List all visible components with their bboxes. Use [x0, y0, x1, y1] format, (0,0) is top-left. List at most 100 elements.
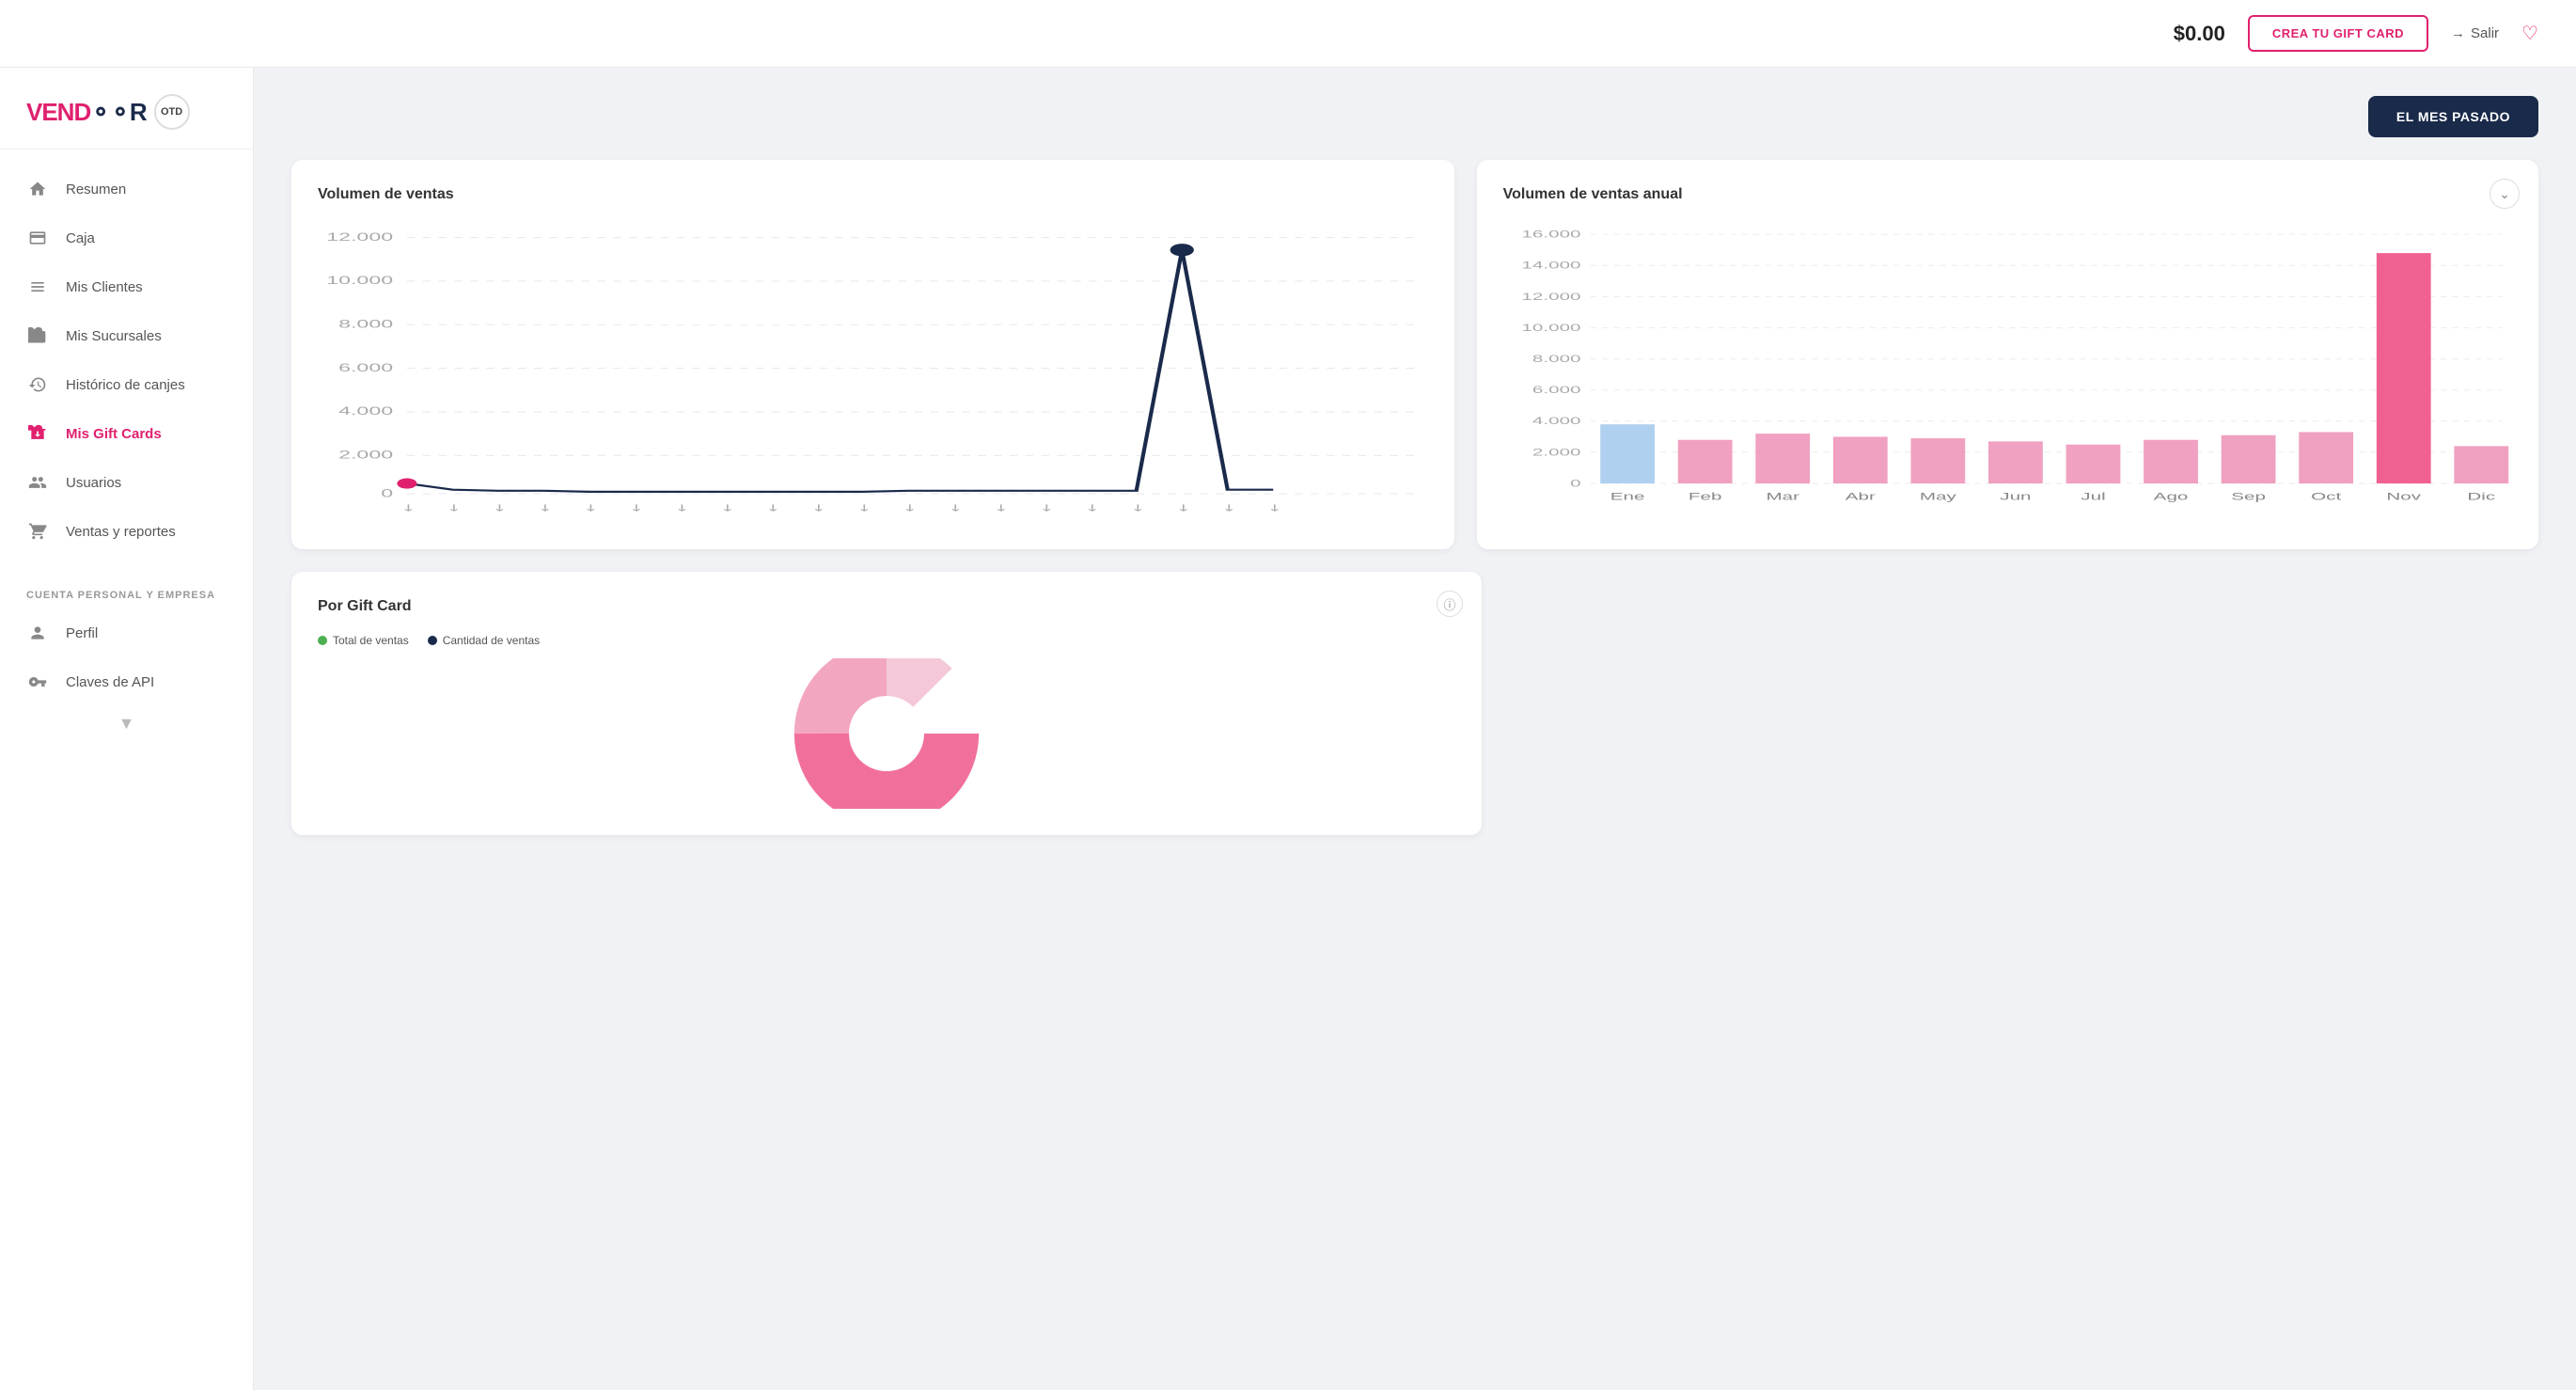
line-chart: .grid-line{stroke:#e8eaf0;stroke-width:1… [318, 222, 1428, 523]
svg-text:Mar: Mar [1766, 491, 1799, 503]
sidebar-item-mis-gift-cards[interactable]: Mis Gift Cards [0, 409, 253, 458]
sidebar: VEND⚬ ⚬R OTD Resumen Caja [0, 68, 254, 1390]
volumen-anual-title: Volumen de ventas anual [1503, 186, 2512, 203]
svg-text:↙: ↙ [487, 501, 511, 514]
svg-text:↙: ↙ [578, 501, 603, 514]
sidebar-item-perfil[interactable]: Perfil [0, 608, 253, 657]
sidebar-item-ventas-reportes-label: Ventas y reportes [66, 524, 176, 540]
salir-button[interactable]: → Salir [2451, 25, 2499, 41]
sidebar-item-mis-clientes[interactable]: Mis Clientes [0, 262, 253, 311]
app-body: VEND⚬ ⚬R OTD Resumen Caja [0, 68, 2576, 1390]
svg-text:10.000: 10.000 [1521, 322, 1580, 334]
svg-text:Jul: Jul [2081, 491, 2105, 503]
svg-text:10.000: 10.000 [326, 274, 393, 287]
sidebar-item-usuarios-label: Usuarios [66, 475, 121, 491]
svg-text:↙: ↙ [715, 501, 740, 514]
sidebar-section-label: CUENTA PERSONAL Y EMPRESA [0, 571, 253, 608]
sidebar-item-mis-sucursales[interactable]: Mis Sucursales [0, 311, 253, 360]
svg-text:↙: ↙ [989, 501, 1013, 514]
legend-cantidad-label: Cantidad de ventas [443, 634, 540, 647]
sidebar-item-usuarios[interactable]: Usuarios [0, 458, 253, 507]
svg-text:0: 0 [1570, 477, 1580, 489]
svg-text:16.000: 16.000 [1521, 229, 1580, 241]
svg-text:Nov: Nov [2386, 491, 2422, 503]
svg-text:6.000: 6.000 [1532, 384, 1581, 396]
sidebar-logo: VEND⚬ ⚬R OTD [0, 68, 253, 150]
svg-text:Dic: Dic [2467, 491, 2495, 503]
svg-text:↙: ↙ [669, 501, 694, 514]
balance-display: $0.00 [2174, 22, 2225, 46]
svg-text:6.000: 6.000 [338, 361, 393, 374]
volumen-ventas-title: Volumen de ventas [318, 186, 1428, 203]
notification-bell-icon[interactable]: ♡ [2521, 22, 2538, 45]
svg-text:↙: ↙ [1125, 501, 1150, 514]
svg-text:Sep: Sep [2231, 491, 2266, 503]
sidebar-item-mis-sucursales-label: Mis Sucursales [66, 328, 162, 344]
sidebar-item-claves-api-label: Claves de API [66, 674, 154, 690]
svg-text:↙: ↙ [852, 501, 876, 514]
bar-chart: 16.000 14.000 12.000 10.000 8.000 6.000 … [1503, 222, 2512, 523]
history-icon [26, 373, 49, 396]
sidebar-nav: Resumen Caja Mis Clientes [0, 150, 253, 571]
sidebar-item-resumen-label: Resumen [66, 182, 126, 197]
svg-text:↙: ↙ [533, 501, 558, 514]
row2-right-placeholder [1504, 572, 2538, 835]
svg-text:Abr: Abr [1845, 491, 1876, 503]
sidebar-item-caja[interactable]: Caja [0, 213, 253, 262]
sidebar-item-historico-label: Histórico de canjes [66, 377, 185, 393]
logo-vend: VEND⚬ [26, 98, 110, 127]
por-gift-card-title: Por Gift Card [318, 598, 1455, 615]
card-volumen-ventas: Volumen de ventas .grid-line{stroke:#e8e… [291, 160, 1454, 549]
scroll-down-indicator: ▼ [0, 706, 253, 741]
svg-text:2.000: 2.000 [338, 448, 393, 461]
logo-otd: OTD [154, 94, 190, 130]
svg-text:↙: ↙ [624, 501, 649, 514]
line-chart-svg: .grid-line{stroke:#e8eaf0;stroke-width:1… [318, 222, 1428, 523]
sidebar-item-claves-api[interactable]: Claves de API [0, 657, 253, 706]
svg-text:↙: ↙ [442, 501, 466, 514]
legend-dot-dark [428, 636, 437, 645]
create-gift-card-button[interactable]: CREA TU GIFT CARD [2248, 15, 2428, 52]
sidebar-item-resumen[interactable]: Resumen [0, 165, 253, 213]
main-content: EL MES PASADO Volumen de ventas .grid-li… [254, 68, 2576, 1390]
svg-text:↙: ↙ [807, 501, 831, 514]
sidebar-item-historico-canjes[interactable]: Histórico de canjes [0, 360, 253, 409]
sidebar-personal-nav: Perfil Claves de API [0, 608, 253, 706]
main-header-row: EL MES PASADO [291, 96, 2538, 137]
svg-text:↙: ↙ [898, 501, 922, 514]
svg-text:Oct: Oct [2311, 491, 2342, 503]
svg-text:↙: ↙ [761, 501, 785, 514]
svg-text:Feb: Feb [1689, 491, 1722, 503]
legend-cantidad-ventas: Cantidad de ventas [428, 634, 540, 647]
collapse-button[interactable]: ⌄ [2490, 179, 2520, 209]
cash-icon [26, 227, 49, 249]
legend-total-label: Total de ventas [333, 634, 409, 647]
info-button[interactable]: ⓘ [1437, 591, 1463, 617]
pie-chart-svg [783, 658, 990, 809]
svg-text:↙: ↙ [1217, 501, 1241, 514]
svg-text:↙: ↙ [1171, 501, 1196, 514]
sidebar-item-ventas-reportes[interactable]: Ventas y reportes [0, 507, 253, 556]
person-icon [26, 622, 49, 644]
svg-text:↙: ↙ [943, 501, 967, 514]
salir-icon: → [2451, 25, 2465, 41]
cart-icon [26, 520, 49, 543]
sidebar-item-mis-clientes-label: Mis Clientes [66, 279, 143, 295]
svg-text:May: May [1920, 491, 1957, 503]
svg-text:Ago: Ago [2153, 491, 2188, 503]
gift-icon [26, 422, 49, 445]
bar-chart-svg: 16.000 14.000 12.000 10.000 8.000 6.000 … [1503, 222, 2512, 523]
home-icon [26, 178, 49, 200]
filter-mes-pasado-button[interactable]: EL MES PASADO [2368, 96, 2538, 137]
pie-chart-container [318, 658, 1455, 809]
logo-r: ⚬R [110, 98, 147, 127]
svg-text:↙: ↙ [1034, 501, 1059, 514]
svg-text:4.000: 4.000 [338, 404, 393, 418]
app-header: $0.00 CREA TU GIFT CARD → Salir ♡ [0, 0, 2576, 68]
clients-icon [26, 276, 49, 298]
api-icon [26, 671, 49, 693]
svg-text:12.000: 12.000 [1521, 291, 1580, 303]
sidebar-item-perfil-label: Perfil [66, 625, 98, 641]
svg-text:0: 0 [381, 486, 393, 499]
svg-text:12.000: 12.000 [326, 230, 393, 244]
